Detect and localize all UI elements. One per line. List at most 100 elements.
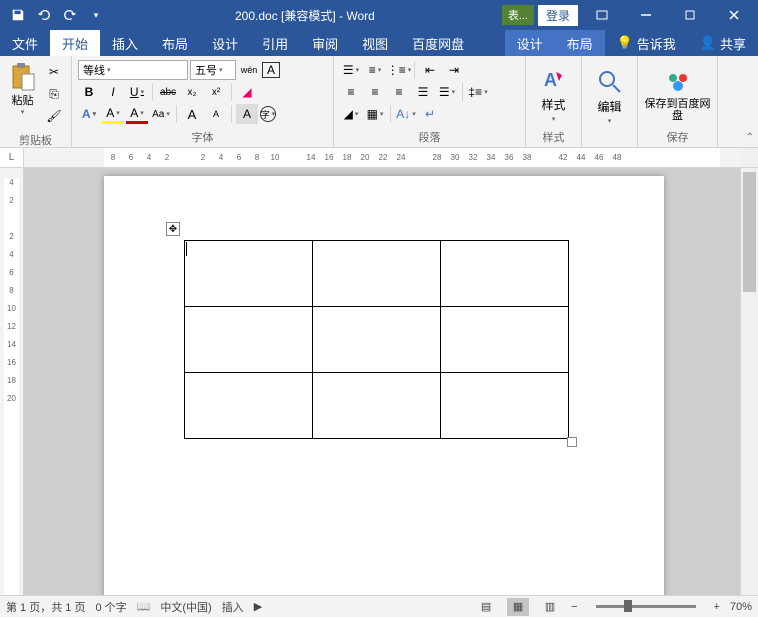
page[interactable]: ✥: [104, 176, 664, 595]
save-baidu-button[interactable]: 保存到百度网盘: [642, 58, 713, 127]
cut-button[interactable]: ✂: [43, 62, 65, 82]
text-effects-button[interactable]: A: [78, 104, 100, 124]
tab-layout[interactable]: 布局: [150, 30, 200, 56]
clear-format-button[interactable]: ◢: [236, 82, 258, 102]
qat-more-icon[interactable]: ▾: [84, 3, 108, 27]
view-print-button[interactable]: ▦: [507, 598, 529, 616]
chevron-down-icon: ▾: [21, 108, 25, 116]
table-cell[interactable]: [185, 373, 313, 439]
subscript-button[interactable]: x₂: [181, 82, 203, 102]
tab-insert[interactable]: 插入: [100, 30, 150, 56]
bold-button[interactable]: B: [78, 82, 100, 102]
minimize-icon[interactable]: [626, 0, 666, 30]
italic-button[interactable]: I: [102, 82, 124, 102]
shading-button[interactable]: ◢: [340, 104, 362, 124]
format-painter-button[interactable]: 🖌: [43, 106, 65, 126]
paste-button[interactable]: 粘贴 ▾: [4, 58, 41, 130]
shrink-font-button[interactable]: A: [205, 104, 227, 124]
tab-view[interactable]: 视图: [350, 30, 400, 56]
undo-icon[interactable]: [32, 3, 56, 27]
enclose-char-button[interactable]: 字: [260, 106, 276, 122]
document-table[interactable]: [184, 240, 569, 439]
copy-button[interactable]: ⎘: [43, 84, 65, 104]
scrollbar-thumb[interactable]: [743, 172, 756, 292]
table-cell[interactable]: [441, 241, 569, 307]
tab-design[interactable]: 设计: [200, 30, 250, 56]
login-button[interactable]: 登录: [538, 5, 578, 26]
multilevel-button[interactable]: ⋮≡: [388, 60, 410, 80]
table-cell[interactable]: [441, 307, 569, 373]
increase-indent-button[interactable]: ⇥: [443, 60, 465, 80]
table-cell[interactable]: [313, 373, 441, 439]
line-spacing-button[interactable]: ‡≡: [467, 82, 489, 102]
show-marks-button[interactable]: ↵: [419, 104, 441, 124]
status-page[interactable]: 第 1 页，共 1 页: [6, 599, 85, 615]
align-right-icon: ≡: [395, 85, 402, 99]
document-canvas[interactable]: ✥: [24, 168, 740, 595]
tab-home[interactable]: 开始: [50, 30, 100, 56]
grow-font-button[interactable]: A: [181, 104, 203, 124]
edit-button[interactable]: 编辑 ▾: [586, 58, 633, 131]
highlight-button[interactable]: A: [102, 104, 124, 124]
horizontal-ruler[interactable]: 8642246810141618202224283032343638424446…: [24, 148, 740, 167]
zoom-in-button[interactable]: +: [714, 601, 720, 613]
tab-table-layout[interactable]: 布局: [555, 30, 605, 56]
table-cell[interactable]: [313, 307, 441, 373]
status-words[interactable]: 0 个字: [95, 599, 126, 615]
status-insert-mode[interactable]: 插入: [222, 599, 244, 615]
sort-button[interactable]: A↓: [395, 104, 417, 124]
tab-references[interactable]: 引用: [250, 30, 300, 56]
tab-table-design[interactable]: 设计: [505, 30, 555, 56]
vertical-scrollbar[interactable]: [740, 168, 758, 595]
status-language[interactable]: 中文(中国): [160, 599, 211, 615]
collapse-ribbon-button[interactable]: ⌃: [746, 132, 754, 143]
distribute-button[interactable]: ☰: [436, 82, 458, 102]
share-button[interactable]: 👤共享: [688, 30, 758, 56]
save-icon[interactable]: [6, 3, 30, 27]
font-size-combo[interactable]: 五号: [190, 60, 236, 80]
font-name-combo[interactable]: 等线: [78, 60, 188, 80]
table-cell[interactable]: [313, 241, 441, 307]
table-cell[interactable]: [185, 307, 313, 373]
zoom-level[interactable]: 70%: [730, 601, 752, 613]
zoom-out-button[interactable]: −: [571, 601, 577, 613]
styles-button[interactable]: A 样式 ▾: [530, 58, 577, 127]
view-web-button[interactable]: ▥: [539, 598, 561, 616]
tab-selector[interactable]: L: [0, 148, 24, 167]
tab-file[interactable]: 文件: [0, 30, 50, 56]
table-resize-handle[interactable]: [567, 437, 577, 447]
view-read-button[interactable]: ▤: [475, 598, 497, 616]
char-shading-button[interactable]: A: [236, 104, 258, 124]
table-cell[interactable]: [441, 373, 569, 439]
change-case-button[interactable]: Aa: [150, 104, 172, 124]
char-border-button[interactable]: A: [262, 62, 280, 78]
tab-baidu[interactable]: 百度网盘: [400, 30, 476, 56]
align-right-button[interactable]: ≡: [388, 82, 410, 102]
vertical-ruler[interactable]: 422468101214161820: [0, 168, 24, 595]
redo-icon[interactable]: [58, 3, 82, 27]
zoom-slider[interactable]: [596, 605, 696, 608]
font-color-button[interactable]: A: [126, 104, 148, 124]
tab-review[interactable]: 审阅: [300, 30, 350, 56]
borders-button[interactable]: ▦: [364, 104, 386, 124]
ribbon-options-icon[interactable]: [582, 0, 622, 30]
superscript-button[interactable]: x²: [205, 82, 227, 102]
align-center-button[interactable]: ≡: [364, 82, 386, 102]
justify-button[interactable]: ☰: [412, 82, 434, 102]
numbering-button[interactable]: ≡: [364, 60, 386, 80]
table-move-handle[interactable]: ✥: [166, 222, 180, 236]
status-spellcheck[interactable]: 📖: [137, 600, 151, 613]
close-icon[interactable]: [714, 0, 754, 30]
maximize-icon[interactable]: [670, 0, 710, 30]
table-cell[interactable]: [185, 241, 313, 307]
underline-button[interactable]: U: [126, 82, 148, 102]
tell-me[interactable]: 💡告诉我: [605, 30, 688, 56]
zoom-slider-thumb[interactable]: [624, 600, 632, 612]
bullets-button[interactable]: ☰: [340, 60, 362, 80]
chevron-down-icon: ▾: [608, 117, 612, 125]
phonetic-guide-button[interactable]: wén: [238, 60, 260, 80]
decrease-indent-button[interactable]: ⇤: [419, 60, 441, 80]
status-macro[interactable]: ▶: [254, 600, 262, 613]
align-left-button[interactable]: ≡: [340, 82, 362, 102]
strikethrough-button[interactable]: abc: [157, 82, 179, 102]
